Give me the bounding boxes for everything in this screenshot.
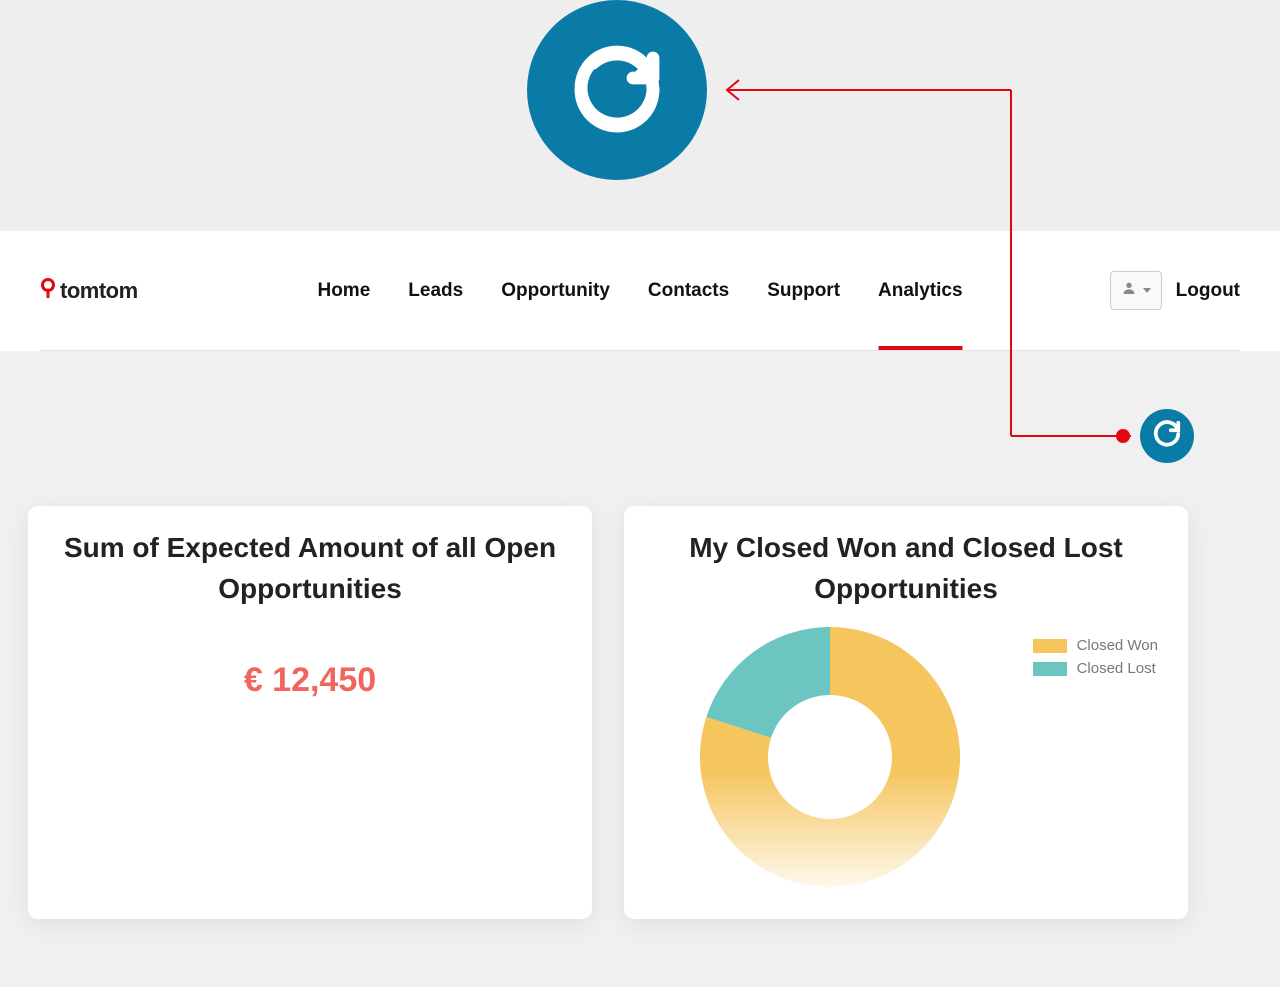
logout-link[interactable]: Logout <box>1176 280 1240 302</box>
refresh-hero-icon <box>527 0 707 180</box>
chevron-down-icon <box>1143 288 1151 293</box>
brand-pin-icon <box>40 278 56 304</box>
sum-expected-value: € 12,450 <box>50 661 570 700</box>
brand-logo[interactable]: tomtom <box>40 278 138 304</box>
nav-leads[interactable]: Leads <box>408 232 463 350</box>
nav-opportunity[interactable]: Opportunity <box>501 232 610 350</box>
chart-legend: Closed Won Closed Lost <box>1033 637 1158 889</box>
donut-chart <box>698 625 962 889</box>
legend-label-lost: Closed Lost <box>1077 660 1156 677</box>
dashboard: Sum of Expected Amount of all Open Oppor… <box>0 351 1280 919</box>
nav-menu: Home Leads Opportunity Contacts Support … <box>317 232 962 350</box>
legend-item-lost: Closed Lost <box>1033 660 1158 677</box>
legend-swatch-won <box>1033 639 1067 653</box>
nav-contacts[interactable]: Contacts <box>648 232 729 350</box>
user-menu-dropdown[interactable] <box>1110 271 1162 310</box>
top-nav: tomtom Home Leads Opportunity Contacts S… <box>0 231 1280 351</box>
card-sum-expected: Sum of Expected Amount of all Open Oppor… <box>28 506 592 919</box>
brand-name: tomtom <box>60 278 138 304</box>
legend-label-won: Closed Won <box>1077 637 1158 654</box>
refresh-icon <box>1152 419 1182 454</box>
nav-home[interactable]: Home <box>317 232 370 350</box>
card-sum-expected-title: Sum of Expected Amount of all Open Oppor… <box>50 528 570 609</box>
card-closed-chart: My Closed Won and Closed Lost Opportunit… <box>624 506 1188 919</box>
nav-support[interactable]: Support <box>767 232 840 350</box>
legend-swatch-lost <box>1033 662 1067 676</box>
card-closed-chart-title: My Closed Won and Closed Lost Opportunit… <box>646 528 1166 609</box>
user-icon <box>1121 280 1137 301</box>
legend-item-won: Closed Won <box>1033 637 1158 654</box>
nav-analytics[interactable]: Analytics <box>878 232 962 350</box>
refresh-button[interactable] <box>1140 409 1194 463</box>
